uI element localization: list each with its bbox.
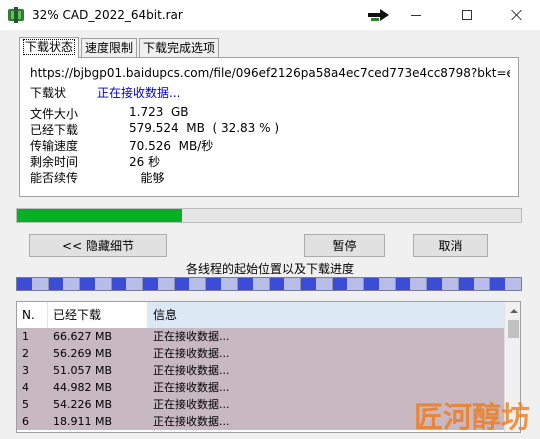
time-left-label: 剩余时间: [30, 155, 79, 169]
row-number: 1: [22, 330, 29, 343]
thread-segment: [458, 278, 491, 290]
status-label: 下载状: [30, 86, 67, 100]
scroll-up-icon[interactable]: [505, 304, 520, 318]
thread-segment: [48, 278, 81, 290]
download-url: https://bjbgp01.baidupcs.com/file/096ef2…: [30, 66, 510, 80]
cancel-button[interactable]: 取消: [413, 234, 488, 257]
thread-segment: [206, 278, 238, 290]
thread-segment: [174, 278, 207, 290]
download-progress-bar: [16, 208, 522, 223]
resume-label: 能否续传: [30, 171, 79, 185]
idm-app-icon: [8, 7, 24, 23]
maximize-button[interactable]: [444, 0, 490, 30]
window-title: 32% CAD_2022_64bit.rar: [32, 8, 183, 22]
row-number: 4: [22, 381, 29, 394]
close-button[interactable]: [494, 0, 540, 30]
status-row: 下载状 正在接收数据...: [30, 84, 180, 101]
scroll-thumb[interactable]: [508, 320, 519, 338]
download-status-panel: https://bjbgp01.baidupcs.com/file/096ef2…: [19, 57, 519, 197]
row-number: 6: [22, 415, 29, 428]
row-info: 正在接收数据...: [153, 347, 230, 360]
downloaded-label: 已经下载: [30, 123, 79, 137]
row-downloaded: 18.911 MB: [53, 415, 113, 428]
column-header-info[interactable]: 信息: [148, 302, 504, 328]
transfer-speed-value: 70.526 MB/秒: [129, 139, 214, 153]
minimize-button[interactable]: [393, 0, 439, 30]
tab-completion-options[interactable]: 下载完成选项: [139, 38, 220, 57]
thread-segment: [269, 278, 302, 290]
row-downloaded: 66.627 MB: [53, 330, 113, 343]
row-info: 正在接收数据...: [153, 364, 230, 377]
thread-segment: [332, 278, 365, 290]
thread-segment: [237, 278, 270, 290]
tab-download-status[interactable]: 下载状态: [19, 37, 80, 58]
row-downloaded: 56.269 MB: [53, 347, 113, 360]
pause-button[interactable]: 暂停: [304, 234, 385, 257]
thread-segment: [143, 278, 175, 290]
thread-progress-bar: [16, 277, 522, 291]
row-info: 正在接收数据...: [153, 330, 230, 343]
close-icon: [511, 9, 523, 21]
table-row[interactable]: 2 56.269 MB 正在接收数据...: [17, 345, 504, 362]
thread-segment: [395, 278, 428, 290]
table-row[interactable]: 3 51.057 MB 正在接收数据...: [17, 362, 504, 379]
tab-speed-limit[interactable]: 速度限制: [81, 38, 138, 57]
progress-fill: [17, 209, 183, 222]
time-left-value: 26 秒: [129, 155, 161, 169]
table-row[interactable]: 1 66.627 MB 正在接收数据...: [17, 328, 504, 345]
table-header: N. 已经下载 信息: [17, 302, 504, 328]
row-downloaded: 44.982 MB: [53, 381, 113, 394]
thread-segment: [490, 278, 521, 290]
column-header-number[interactable]: N.: [17, 302, 48, 328]
thread-segment: [301, 278, 333, 290]
status-value: 正在接收数据...: [97, 86, 181, 100]
thread-segment: [17, 278, 49, 290]
watermark-logo: 匠河醇坊: [414, 400, 531, 434]
maximize-icon: [462, 10, 472, 20]
thread-segment: [111, 278, 144, 290]
thread-segment: [364, 278, 396, 290]
thread-progress-label: 各线程的起始位置以及下载进度: [185, 262, 354, 276]
column-header-downloaded[interactable]: 已经下载: [48, 302, 148, 328]
row-downloaded: 51.057 MB: [53, 364, 113, 377]
downloaded-value: 579.524 MB ( 32.83 % ): [129, 121, 280, 135]
transfer-speed-label: 传输速度: [30, 139, 79, 153]
thread-segment: [80, 278, 112, 290]
minimize-icon: [411, 14, 421, 16]
row-number: 5: [22, 398, 29, 411]
resume-value: 能够: [129, 171, 165, 185]
row-number: 3: [22, 364, 29, 377]
file-size-value: 1.723 GB: [129, 105, 189, 119]
hide-details-button[interactable]: << 隐藏细节: [29, 234, 167, 257]
thread-segment: [427, 278, 459, 290]
row-number: 2: [22, 347, 29, 360]
title-bar: 32% CAD_2022_64bit.rar: [0, 0, 540, 30]
row-downloaded: 54.226 MB: [53, 398, 113, 411]
file-size-label: 文件大小: [30, 107, 79, 121]
tab-strip: 下载状态 速度限制 下载完成选项: [19, 37, 221, 58]
